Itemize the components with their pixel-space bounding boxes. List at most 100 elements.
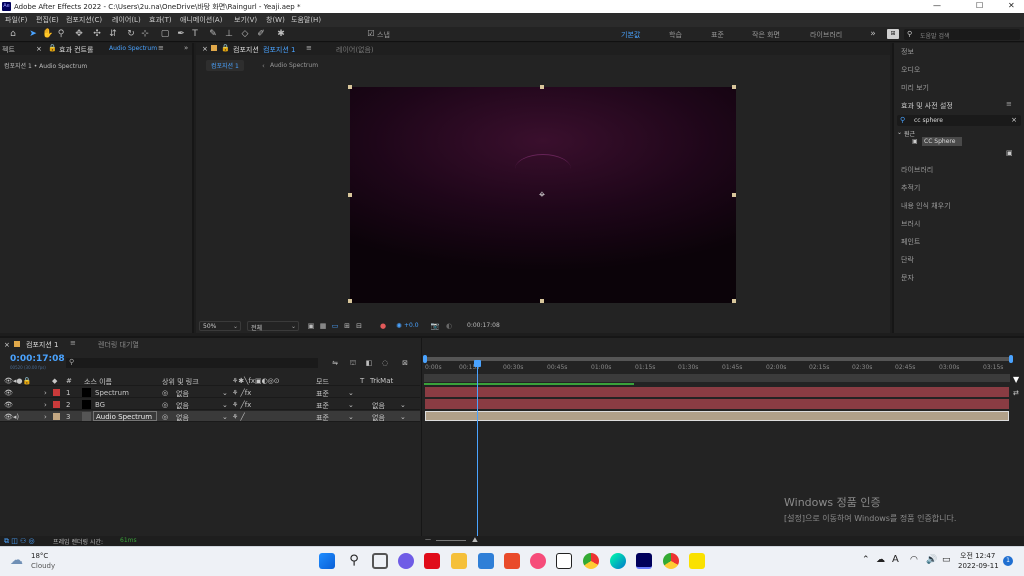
3d-view-icon[interactable]: ⊟ xyxy=(354,321,364,331)
layer-bar-selected[interactable] xyxy=(425,411,1009,421)
panel-menu-icon[interactable]: ≡ xyxy=(70,339,76,347)
status-toggle-icons[interactable]: ⧉ ◫ ⚇ ◎ xyxy=(4,537,35,546)
layer-switches[interactable]: ⚘ ╱ xyxy=(232,413,245,421)
comp-end-marker-icon[interactable]: ▼ xyxy=(1013,376,1021,384)
clear-search-icon[interactable]: × xyxy=(1011,116,1017,124)
parent-dropdown[interactable]: 없음 xyxy=(176,389,189,399)
viewer-timecode[interactable]: 0:00:17:08 xyxy=(467,322,500,329)
workspace-standard[interactable]: 표준 xyxy=(711,30,724,40)
brush-tool-icon[interactable]: ✎ xyxy=(208,29,218,39)
render-queue-tab[interactable]: 렌더링 대기열 xyxy=(98,340,139,350)
resolution-dropdown[interactable]: 전체 ⌄ xyxy=(247,321,299,332)
handle-top-right[interactable] xyxy=(732,85,736,89)
trkmat-dropdown[interactable]: 없음 xyxy=(372,413,385,423)
effect-item[interactable]: CC Sphere xyxy=(922,137,962,146)
eye-icon[interactable]: 👁 xyxy=(4,401,13,409)
effects-search-input[interactable]: ⚲ cc sphere × xyxy=(897,115,1021,126)
mode-header[interactable]: 모드 xyxy=(316,377,329,387)
language-indicator[interactable]: A xyxy=(892,554,899,565)
pickwhip-icon[interactable]: ◎ xyxy=(162,413,168,421)
layer-bar[interactable] xyxy=(425,387,1009,397)
close-tab-icon[interactable]: × xyxy=(202,45,208,53)
mode-dropdown[interactable]: 표준 xyxy=(316,401,329,411)
pickwhip-icon[interactable]: ◎ xyxy=(162,401,168,409)
timeline-tab[interactable]: 컴포지션 1 xyxy=(26,340,58,350)
source-name-header[interactable]: 소스 이름 xyxy=(84,377,112,387)
handle-right[interactable] xyxy=(732,193,736,197)
character-panel[interactable]: 문자 xyxy=(901,273,914,283)
anchor-tool-icon[interactable]: ⊹ xyxy=(140,29,150,39)
menu-layer[interactable]: 레이어(L) xyxy=(112,15,141,25)
panel-menu-icon[interactable]: ≡ xyxy=(306,44,312,52)
composition-tab-name[interactable]: 컴포지션 1 xyxy=(263,45,295,55)
after-effects-taskbar-icon[interactable] xyxy=(636,553,652,569)
layer-row[interactable]: 👁 › 2 BG ◎ 없음 ⌄ ⚘ ╱fx 표준 ⌄ 없음 ⌄ xyxy=(0,399,420,410)
menu-edit[interactable]: 편집(E) xyxy=(36,15,59,25)
layer-search-input[interactable]: ⚲ xyxy=(66,358,318,368)
menu-window[interactable]: 창(W) xyxy=(266,15,285,25)
workspace-small-screen[interactable]: 작은 화면 xyxy=(752,30,780,40)
weather-temp[interactable]: 18°C xyxy=(31,552,48,560)
current-timecode[interactable]: 0:00:17:08 xyxy=(10,354,65,364)
edge-icon[interactable] xyxy=(610,553,626,569)
volume-icon[interactable]: 🔊 xyxy=(926,555,937,565)
label-color[interactable] xyxy=(53,401,60,408)
exposure-icon[interactable]: ✺ xyxy=(394,321,404,331)
orbit-tool-icon[interactable]: ✥ xyxy=(74,29,84,39)
file-explorer-icon[interactable] xyxy=(451,553,467,569)
notification-badge[interactable]: 1 xyxy=(1003,556,1013,566)
comp-sub-tab-audio[interactable]: Audio Spectrum xyxy=(270,62,318,69)
music-icon[interactable] xyxy=(530,553,546,569)
effects-folder[interactable]: 원근 xyxy=(904,129,915,138)
notion-icon[interactable] xyxy=(556,553,572,569)
label-color[interactable] xyxy=(53,413,60,420)
clock-date[interactable]: 2022-09-11 xyxy=(958,562,999,570)
eye-icon[interactable]: 👁 xyxy=(4,389,13,397)
share-icon[interactable]: ⊞ xyxy=(887,29,899,39)
handle-bottom-left[interactable] xyxy=(348,299,352,303)
chrome-icon-2[interactable] xyxy=(663,553,679,569)
mail-icon[interactable] xyxy=(478,553,494,569)
chevron-right-icon[interactable]: › xyxy=(44,413,47,421)
shy-layers-icon[interactable]: ◧ xyxy=(364,358,374,368)
trkmat-dropdown[interactable]: 없음 xyxy=(372,401,385,411)
handle-left[interactable] xyxy=(348,193,352,197)
chevron-down-icon[interactable]: ⌄ xyxy=(897,129,902,136)
search-icon[interactable]: ⚲ xyxy=(346,553,362,569)
show-snapshot-icon[interactable]: ◐ xyxy=(444,321,454,331)
exposure-value[interactable]: +0.0 xyxy=(404,322,419,329)
battery-icon[interactable]: ▭ xyxy=(942,555,951,565)
content-aware-fill-panel[interactable]: 내용 인식 채우기 xyxy=(901,201,951,211)
panel-menu-icon[interactable]: ≡ xyxy=(1006,100,1012,108)
info-panel[interactable]: 정보 xyxy=(901,47,914,57)
zoom-slider[interactable] xyxy=(436,540,466,541)
menu-view[interactable]: 보기(V) xyxy=(234,15,257,25)
parent-dropdown[interactable]: 없음 xyxy=(176,413,189,423)
start-icon[interactable] xyxy=(319,553,335,569)
handle-bottom[interactable] xyxy=(540,299,544,303)
layer-tab[interactable]: 레이어(없음) xyxy=(336,45,374,55)
lock-icon[interactable]: 🔒 xyxy=(221,44,230,52)
grid-guides-icon[interactable]: ⊞ xyxy=(342,321,352,331)
layer-bar[interactable] xyxy=(425,399,1009,409)
channel-icon[interactable]: ● xyxy=(378,321,388,331)
dolly-tool-icon[interactable]: ⇵ xyxy=(108,29,118,39)
preview-panel[interactable]: 미리 보기 xyxy=(901,83,929,93)
clone-tool-icon[interactable]: ⊥ xyxy=(224,29,234,39)
selection-tool-icon[interactable]: ➤ xyxy=(28,29,38,39)
motion-blur-icon[interactable]: ◌ xyxy=(380,358,390,368)
handle-top-left[interactable] xyxy=(348,85,352,89)
menu-composition[interactable]: 컴포지션(C) xyxy=(66,15,102,25)
kakaotalk-icon[interactable] xyxy=(689,553,705,569)
more-workspaces-icon[interactable]: » xyxy=(868,29,878,39)
zoom-out-icon[interactable]: — xyxy=(425,536,431,543)
effect-controls-layer[interactable]: Audio Spectrum xyxy=(109,45,157,52)
brushes-panel[interactable]: 브러시 xyxy=(901,219,920,229)
expand-icon[interactable]: ⇄ xyxy=(1013,389,1019,397)
t-header[interactable]: T xyxy=(360,377,364,385)
eraser-tool-icon[interactable]: ◇ xyxy=(240,29,250,39)
work-area-end[interactable] xyxy=(1009,355,1013,363)
playhead[interactable] xyxy=(473,360,481,538)
minimize-button[interactable]: — xyxy=(933,1,941,10)
handle-bottom-right[interactable] xyxy=(732,299,736,303)
